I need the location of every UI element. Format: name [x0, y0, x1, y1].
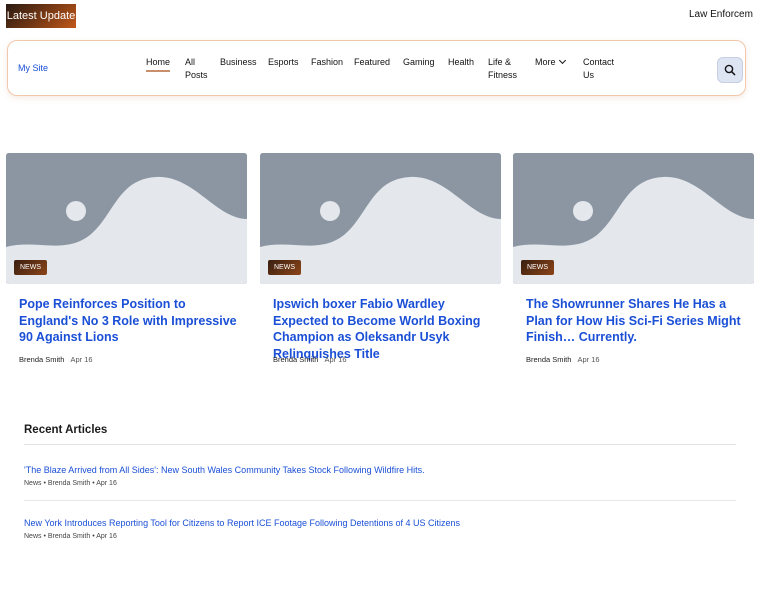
- nav-esports[interactable]: Esports: [268, 56, 299, 69]
- card-image-placeholder[interactable]: NEWS: [260, 153, 501, 284]
- featured-card[interactable]: NEWS Pope Reinforces Position to England…: [6, 153, 247, 364]
- latest-update-badge: Latest Update: [6, 4, 76, 28]
- article-title-link[interactable]: New York Introduces Reporting Tool for C…: [24, 518, 736, 528]
- nav-fashion[interactable]: Fashion: [311, 56, 343, 69]
- nav-health[interactable]: Health: [448, 56, 474, 69]
- article-meta: News • Brenda Smith • Apr 16: [24, 480, 117, 487]
- card-meta: Brenda Smith Apr 16: [526, 355, 600, 364]
- nav-featured[interactable]: Featured: [354, 56, 390, 69]
- category-badge[interactable]: NEWS: [14, 260, 47, 275]
- featured-card[interactable]: NEWS The Showrunner Shares He Has a Plan…: [513, 153, 754, 364]
- card-title-link[interactable]: Pope Reinforces Position to England's No…: [19, 296, 239, 346]
- list-item: 'The Blaze Arrived from All Sides': New …: [24, 465, 736, 487]
- article-title-link[interactable]: 'The Blaze Arrived from All Sides': New …: [24, 465, 736, 475]
- card-meta: Brenda Smith Apr 16: [19, 355, 93, 364]
- list-item: New York Introduces Reporting Tool for C…: [24, 518, 736, 540]
- category-badge[interactable]: NEWS: [521, 260, 554, 275]
- nav-gaming[interactable]: Gaming: [403, 56, 435, 69]
- search-icon: [724, 64, 736, 76]
- post-date: Apr 16: [324, 355, 347, 364]
- card-meta: Brenda Smith Apr 16: [273, 355, 347, 364]
- recent-articles-heading: Recent Articles: [24, 424, 108, 436]
- card-image-placeholder[interactable]: NEWS: [513, 153, 754, 284]
- nav-life-fitness[interactable]: Life & Fitness: [488, 56, 522, 82]
- search-button[interactable]: [717, 57, 743, 83]
- chevron-down-icon: [558, 56, 566, 65]
- nav-more[interactable]: More: [535, 56, 566, 69]
- divider: [24, 444, 736, 445]
- ticker: Law Enforcem: [688, 4, 760, 28]
- featured-card[interactable]: NEWS Ipswich boxer Fabio Wardley Expecte…: [260, 153, 501, 364]
- nav-contact-us[interactable]: Contact Us: [583, 56, 617, 82]
- nav-more-label: More: [535, 57, 556, 67]
- site-header: My Site Home All Posts Business Esports …: [7, 40, 746, 96]
- category-badge[interactable]: NEWS: [268, 260, 301, 275]
- author-name[interactable]: Brenda Smith: [526, 355, 571, 364]
- post-date: Apr 16: [577, 355, 600, 364]
- nav-business[interactable]: Business: [220, 56, 257, 69]
- ticker-headline[interactable]: Law Enforcem: [689, 9, 753, 20]
- nav-all-posts[interactable]: All Posts: [185, 56, 213, 82]
- card-title-link[interactable]: Ipswich boxer Fabio Wardley Expected to …: [273, 296, 493, 362]
- card-title-link[interactable]: The Showrunner Shares He Has a Plan for …: [526, 296, 746, 346]
- divider: [24, 500, 736, 501]
- post-date: Apr 16: [70, 355, 93, 364]
- nav-home[interactable]: Home: [146, 56, 171, 72]
- author-name[interactable]: Brenda Smith: [19, 355, 64, 364]
- author-name[interactable]: Brenda Smith: [273, 355, 318, 364]
- site-name-link[interactable]: My Site: [18, 63, 48, 73]
- card-image-placeholder[interactable]: NEWS: [6, 153, 247, 284]
- article-meta: News • Brenda Smith • Apr 16: [24, 533, 117, 540]
